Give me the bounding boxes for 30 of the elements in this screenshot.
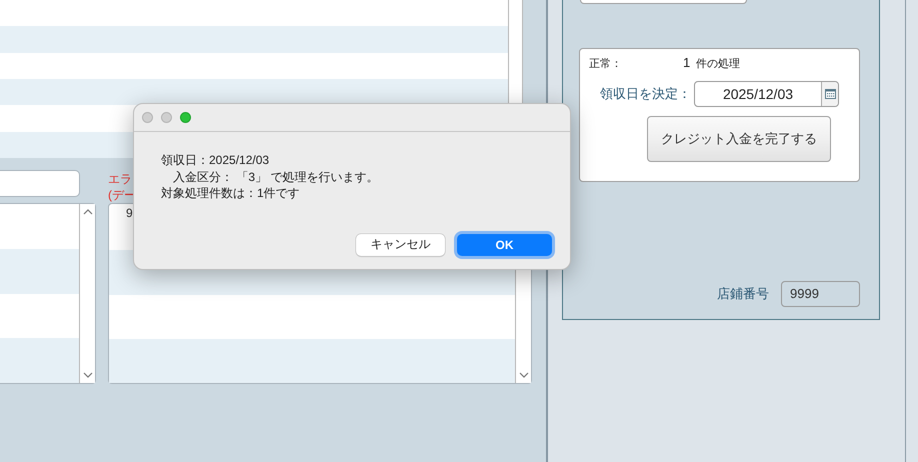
- left-list[interactable]: [0, 203, 96, 384]
- list-row[interactable]: [0, 248, 79, 294]
- cancel-button[interactable]: キャンセル: [356, 234, 445, 256]
- status-label: 正常：: [589, 57, 623, 71]
- count-label: 件の処理: [696, 57, 740, 71]
- window-control[interactable]: [161, 112, 172, 123]
- count-value: 1: [683, 55, 692, 70]
- text-field[interactable]: [580, 0, 747, 4]
- message-text: 対象処理件数は：1件です: [161, 185, 300, 202]
- table-cell: 9: [126, 206, 133, 220]
- message-text: 領収日：2025/12/03: [161, 152, 270, 168]
- window-control[interactable]: [180, 112, 191, 123]
- list-row[interactable]: [0, 52, 508, 79]
- text-field[interactable]: [0, 170, 80, 197]
- date-label: 領収日を決定：: [600, 85, 691, 103]
- date-field[interactable]: 2025/12/03: [694, 81, 839, 107]
- ok-button[interactable]: OK: [457, 234, 552, 256]
- store-label: 店鋪番号: [717, 285, 769, 303]
- list-row[interactable]: [0, 78, 508, 106]
- scroll-down-icon[interactable]: [518, 372, 528, 378]
- list-row[interactable]: [0, 0, 508, 26]
- list-row[interactable]: [0, 26, 508, 53]
- message-text: 入金区分： 「3」 で処理を行います。: [172, 168, 378, 185]
- scroll-up-icon[interactable]: [82, 209, 92, 215]
- scroll-down-icon[interactable]: [82, 372, 92, 378]
- window-control[interactable]: [142, 112, 153, 123]
- error-label: エラ: [108, 171, 132, 187]
- calendar-icon[interactable]: [824, 89, 836, 99]
- store-field[interactable]: 9999: [781, 281, 860, 307]
- complete-button[interactable]: クレジット入金を完了する: [647, 116, 831, 162]
